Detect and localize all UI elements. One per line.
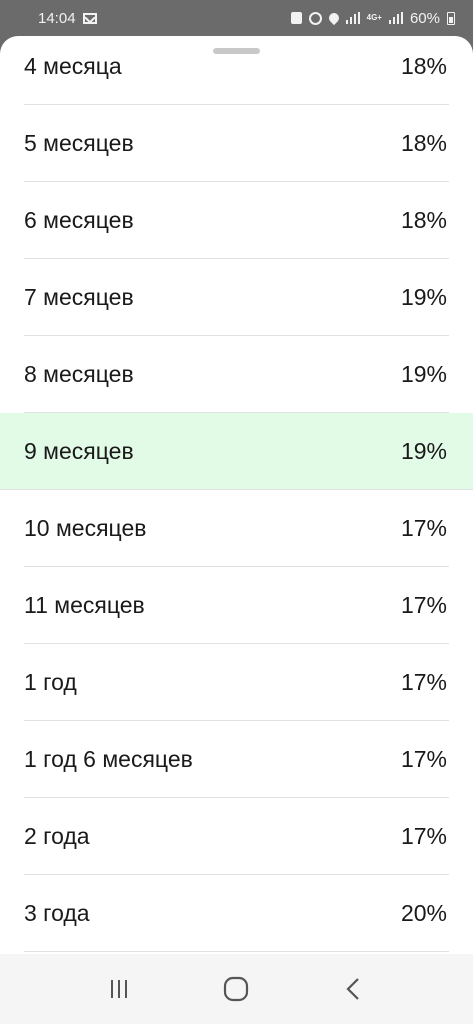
list-item[interactable]: 7 месяцев 19%: [0, 259, 473, 336]
bottom-sheet: 4 месяца 18% 5 месяцев 18% 6 месяцев 18% 7 мес…: [0, 36, 473, 954]
rate-value: 17%: [400, 823, 447, 849]
term-label: 6 месяцев: [24, 207, 134, 233]
home-button[interactable]: [216, 969, 256, 1009]
list-item[interactable]: 10 месяцев 17%: [0, 490, 473, 567]
rate-value: 20%: [400, 900, 447, 926]
rate-value: 18%: [400, 207, 447, 233]
alarm-icon: [308, 11, 322, 25]
signal-icon: [345, 12, 360, 24]
status-time: 14:04: [38, 9, 76, 27]
rate-value: 17%: [400, 515, 447, 541]
term-label: 2 года: [24, 823, 90, 849]
drag-handle[interactable]: [213, 48, 260, 54]
signal-icon-2: [388, 12, 403, 24]
battery-percent: 60%: [409, 9, 440, 27]
list-item[interactable]: 8 месяцев 19%: [0, 336, 473, 413]
location-icon: [326, 10, 341, 26]
list-item[interactable]: 1 год 17%: [0, 644, 473, 721]
list-item[interactable]: 9 месяцев 19%: [0, 413, 473, 490]
list-item[interactable]: 11 месяцев 17%: [0, 567, 473, 644]
list-item[interactable]: 2 года 17%: [0, 798, 473, 875]
rate-value: 19%: [400, 284, 447, 310]
term-label: 4 месяца: [24, 53, 122, 79]
list-item[interactable]: 1 год 6 месяцев 17%: [0, 721, 473, 798]
back-button[interactable]: [334, 969, 374, 1009]
term-label: 8 месяцев: [24, 361, 134, 387]
navigation-bar: [0, 954, 473, 1024]
lock-icon: [290, 12, 302, 24]
term-label: 5 месяцев: [24, 130, 134, 156]
recent-apps-button[interactable]: [99, 969, 139, 1009]
rate-value: 17%: [400, 592, 447, 618]
term-rate-list: 4 месяца 18% 5 месяцев 18% 6 месяцев 18% 7 мес…: [0, 36, 473, 952]
home-icon: [224, 976, 249, 1002]
term-label: 9 месяцев: [24, 438, 134, 464]
rate-value: 17%: [400, 746, 447, 772]
gmail-icon: [82, 12, 97, 24]
screen: 14:04 4G+ 60% 4 месяца 18% 5 месяцев 18% 6 м…: [0, 0, 473, 1024]
rate-value: 19%: [400, 361, 447, 387]
battery-icon: [447, 11, 455, 25]
term-label: 10 месяцев: [24, 515, 147, 541]
rate-value: 18%: [400, 53, 447, 79]
list-item[interactable]: 3 года 20%: [0, 875, 473, 952]
network-type-label: 4G+: [366, 13, 382, 22]
term-label: 1 год: [24, 669, 77, 695]
list-item[interactable]: 6 месяцев 18%: [0, 182, 473, 259]
list-item[interactable]: 5 месяцев 18%: [0, 105, 473, 182]
term-label: 1 год 6 месяцев: [24, 746, 193, 772]
recent-apps-icon: [110, 980, 127, 998]
list-item[interactable]: 4 месяца 18%: [0, 36, 473, 105]
term-label: 3 года: [24, 900, 90, 926]
term-label: 7 месяцев: [24, 284, 134, 310]
rate-value: 17%: [400, 669, 447, 695]
term-label: 11 месяцев: [24, 592, 145, 618]
status-left: 14:04: [38, 10, 97, 27]
rate-value: 19%: [400, 438, 447, 464]
status-right: 4G+ 60%: [290, 9, 455, 27]
rate-value: 18%: [400, 130, 447, 156]
back-icon: [346, 978, 359, 1000]
status-bar: 14:04 4G+ 60%: [0, 0, 473, 36]
